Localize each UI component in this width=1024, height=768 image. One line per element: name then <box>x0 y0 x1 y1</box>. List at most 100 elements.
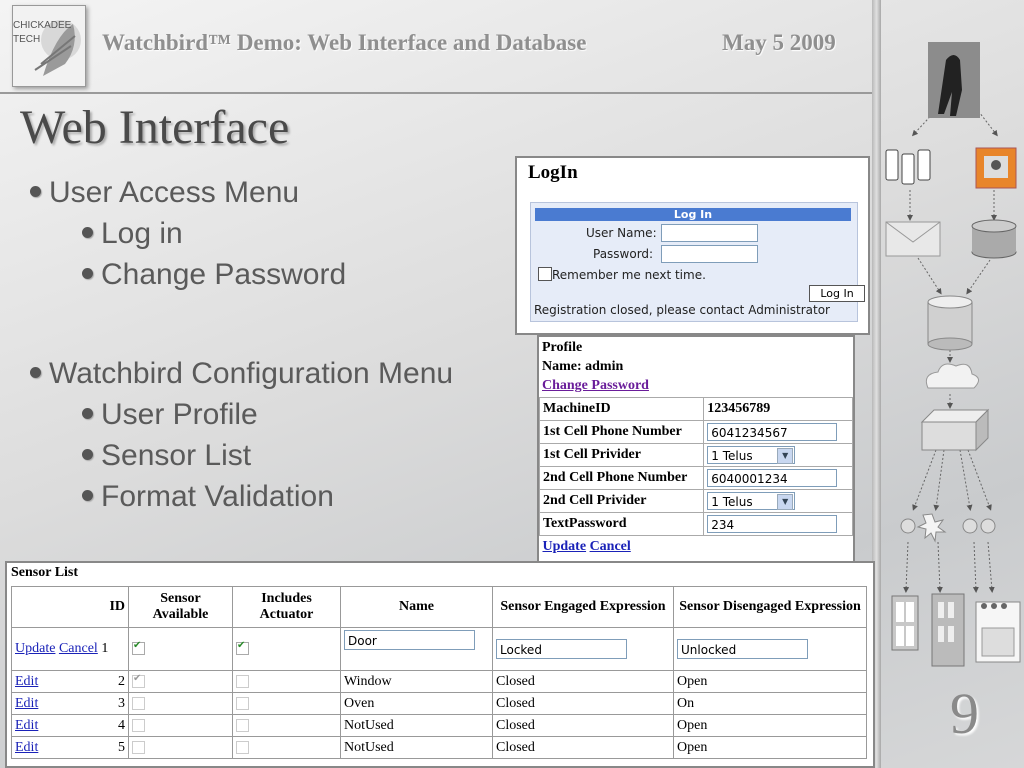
col-header-available: Sensor Available <box>128 586 233 628</box>
person-photo-icon <box>928 42 980 118</box>
available-checkbox <box>132 673 145 688</box>
login-button[interactable]: Log In <box>809 285 865 302</box>
row-name: NotUsed <box>340 736 493 759</box>
row-disengaged: Open <box>673 736 867 759</box>
select-value: 1 Telus <box>711 449 753 463</box>
hub-icon <box>920 408 990 452</box>
bullet-dot-icon <box>82 407 93 419</box>
profile-label: 2nd Cell Privider <box>538 489 705 513</box>
row-edit-link[interactable]: Edit <box>15 696 38 711</box>
row-name: Oven <box>340 692 493 715</box>
change-password-link[interactable]: Change Password <box>542 378 649 393</box>
table-row: Edit 2 Window Closed Open <box>11 670 867 693</box>
provider1-select[interactable]: 1 Telus ▼ <box>707 446 796 464</box>
computer-icon <box>975 147 1017 189</box>
row-id: 4 <box>118 717 125 733</box>
col-header-engaged: Sensor Engaged Expression <box>492 586 674 628</box>
profile-row-text-password: TextPassword 234 <box>538 512 853 536</box>
row-edit-link[interactable]: Edit <box>15 718 38 733</box>
sensor-list-panel: Sensor List ID Sensor Available Includes… <box>5 561 875 768</box>
bullet-text: Format Validation <box>101 480 334 513</box>
sub-bullet-user-profile: User Profile <box>82 398 258 432</box>
sub-bullet-sensor-list: Sensor List <box>82 439 251 473</box>
chevron-down-icon[interactable]: ▼ <box>777 448 794 464</box>
table-row: Edit 3 Oven Closed On <box>11 692 867 715</box>
login-panel: LogIn Log In User Name: Password: Rememb… <box>515 156 870 335</box>
bullet-dot-icon <box>82 267 93 279</box>
actuator-checkbox <box>236 696 249 710</box>
row-id: 5 <box>118 739 125 755</box>
registration-note: Registration closed, please contact Admi… <box>534 303 830 317</box>
row-id: 2 <box>118 673 125 689</box>
stove-icon <box>975 601 1021 663</box>
phones-icon <box>885 149 931 185</box>
system-diagram <box>885 42 1021 667</box>
row-name: Window <box>340 670 493 693</box>
fridge-icon <box>931 593 965 667</box>
row-cancel-link[interactable]: Cancel <box>59 641 98 656</box>
sensor-table: ID Sensor Available Includes Actuator Na… <box>11 586 867 759</box>
bullet-text: Log in <box>101 217 183 250</box>
row-update-link[interactable]: Update <box>15 641 55 656</box>
slide-number: 9 <box>950 681 979 746</box>
window-icon <box>891 595 919 651</box>
password-input[interactable] <box>661 245 758 263</box>
header-date: May 5 2009 <box>722 30 836 55</box>
profile-label: 1st Cell Privider <box>538 443 705 467</box>
login-panel-title: LogIn <box>528 162 578 183</box>
row-id: 3 <box>118 695 125 711</box>
table-row-editing: Update Cancel 1 Door Locked Unlocked <box>11 627 867 671</box>
bullet-user-access-menu: User Access Menu <box>30 176 299 210</box>
remember-me-label: Remember me next time. <box>552 268 706 282</box>
row-engaged: Closed <box>492 714 674 737</box>
password-label: Password: <box>593 247 654 261</box>
sub-bullet-format-validation: Format Validation <box>82 480 334 514</box>
header-title: Watchbird™ Demo: Web Interface and Datab… <box>102 30 587 55</box>
profile-row-actions: Update Cancel <box>540 536 853 559</box>
row-name: NotUsed <box>340 714 493 737</box>
login-form-header: Log In <box>535 208 851 221</box>
available-checkbox[interactable] <box>132 640 145 656</box>
actuator-checkbox[interactable] <box>236 640 249 656</box>
slide-title: Web Interface <box>20 101 290 154</box>
row-edit-link[interactable]: Edit <box>15 740 38 755</box>
remember-me-checkbox[interactable] <box>538 267 552 281</box>
sub-bullet-log-in: Log in <box>82 217 183 251</box>
profile-update-link[interactable]: Update <box>543 539 587 554</box>
row-edit-link[interactable]: Edit <box>15 674 38 689</box>
profile-label: 2nd Cell Phone Number <box>538 466 705 490</box>
logo-text-line2: TECH <box>13 34 41 45</box>
col-header-name: Name <box>340 586 493 628</box>
profile-panel: Profile Name: admin Change Password Mach… <box>537 335 855 563</box>
phone2-input[interactable]: 6040001234 <box>707 469 838 487</box>
sensor-name-input[interactable]: Door <box>344 630 475 650</box>
profile-row-machine-id: MachineID 123456789 <box>538 397 853 421</box>
cloud-icon <box>925 363 979 389</box>
chickadee-tech-logo: CHICKADEE TECH <box>12 5 86 87</box>
engaged-expression-input[interactable]: Locked <box>496 639 627 659</box>
text-password-input[interactable]: 234 <box>707 515 838 533</box>
sensor-icon <box>900 513 996 543</box>
actuator-checkbox <box>236 740 249 754</box>
bullet-dot-icon <box>82 489 93 501</box>
username-input[interactable] <box>661 224 758 242</box>
actuator-checkbox <box>236 718 249 732</box>
row-disengaged: On <box>673 692 867 715</box>
logo-text-line1: CHICKADEE <box>13 20 72 31</box>
col-header-id: ID <box>11 586 129 628</box>
phone1-input[interactable]: 6041234567 <box>707 423 838 441</box>
bullet-text: User Profile <box>101 398 258 431</box>
profile-name: Name: admin <box>542 359 624 374</box>
disengaged-expression-input[interactable]: Unlocked <box>677 639 808 659</box>
col-header-actuator: Includes Actuator <box>232 586 341 628</box>
email-icon <box>885 221 941 257</box>
chevron-down-icon[interactable]: ▼ <box>777 494 794 510</box>
available-checkbox <box>132 740 145 754</box>
provider2-select[interactable]: 1 Telus ▼ <box>707 492 796 510</box>
profile-cancel-link[interactable]: Cancel <box>590 539 631 554</box>
server-icon <box>927 295 973 351</box>
select-value: 1 Telus <box>711 495 753 509</box>
sub-bullet-change-password: Change Password <box>82 258 346 292</box>
profile-row-phone2: 2nd Cell Phone Number 6040001234 <box>538 466 853 490</box>
profile-row-phone1: 1st Cell Phone Number 6041234567 <box>538 420 853 444</box>
